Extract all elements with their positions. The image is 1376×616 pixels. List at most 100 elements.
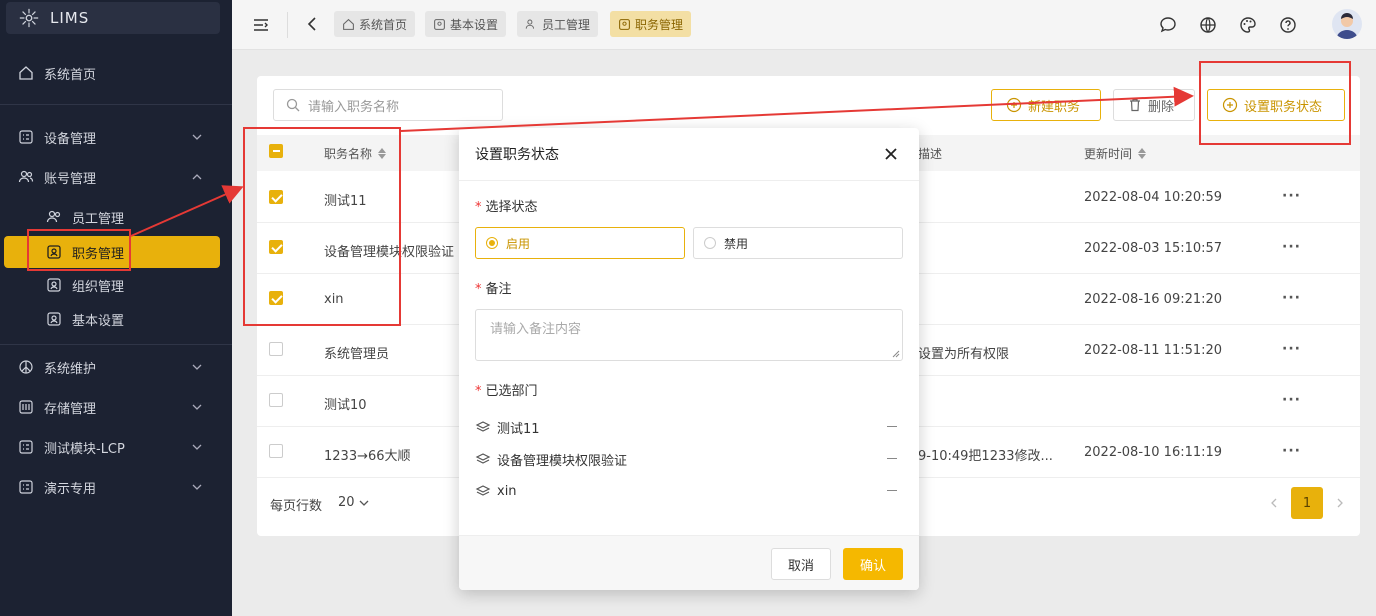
palette-icon[interactable]	[1238, 15, 1258, 35]
sidebar-item-staff[interactable]: 员工管理	[0, 202, 232, 232]
sidebar-item-demo[interactable]: 演示专用	[0, 470, 232, 504]
selected-dept-item: xin	[475, 481, 903, 501]
page-size-select[interactable]: 20	[338, 495, 370, 510]
users-icon	[18, 169, 34, 185]
confirm-button[interactable]: 确认	[843, 548, 903, 580]
app-name: LIMS	[50, 9, 90, 27]
new-position-button[interactable]: 新建职务	[991, 89, 1101, 121]
cell-name: 测试10	[324, 398, 367, 413]
layers-icon	[475, 485, 491, 496]
sidebar-item-account[interactable]: 账号管理	[0, 160, 232, 194]
remove-dept-button[interactable]	[887, 490, 897, 491]
cell-desc: 9-10:49把1233修改...	[918, 449, 1053, 464]
option-label: 禁用	[724, 236, 749, 251]
more-actions-button[interactable]: ···	[1282, 239, 1301, 255]
delete-button[interactable]: 删除	[1113, 89, 1195, 121]
cell-updated: 2022-08-10 16:11:19	[1084, 445, 1223, 460]
sidebar-item-label: 员工管理	[72, 211, 125, 227]
globe-icon[interactable]	[1198, 15, 1218, 35]
list-icon	[18, 439, 34, 455]
row-checkbox[interactable]	[269, 342, 283, 356]
status-option-enabled[interactable]: 启用	[475, 227, 685, 259]
radio-checked	[486, 237, 498, 249]
sidebar-item-org[interactable]: 组织管理	[0, 270, 232, 300]
page-1-button[interactable]: 1	[1291, 487, 1323, 519]
sidebar-item-storage[interactable]: 存储管理	[0, 390, 232, 424]
sidebar-item-label: 测试模块-LCP	[44, 441, 125, 457]
sidebar: LIMS 系统首页 设备管理 账号管理 员工管理 职务管理 组织管理 基本设置 …	[0, 0, 232, 616]
close-icon[interactable]	[883, 146, 899, 162]
sidebar-divider	[0, 344, 232, 345]
sidebar-divider	[0, 104, 232, 105]
sidebar-item-maintenance[interactable]: 系统维护	[0, 350, 232, 384]
label-text: 已选部门	[485, 384, 538, 399]
remark-textarea[interactable]: 请输入备注内容	[475, 309, 903, 361]
back-icon[interactable]	[304, 15, 322, 33]
more-actions-button[interactable]: ···	[1282, 290, 1301, 306]
page-size-label: 每页行数	[270, 499, 323, 514]
home-icon	[18, 65, 34, 81]
row-checkbox[interactable]	[269, 444, 283, 458]
more-actions-button[interactable]: ···	[1282, 443, 1301, 459]
column-header-desc: 描述	[918, 145, 942, 162]
chevron-down-icon	[192, 364, 202, 370]
status-option-disabled[interactable]: 禁用	[693, 227, 903, 259]
id-card-icon	[46, 311, 62, 327]
more-actions-button[interactable]: ···	[1282, 188, 1301, 204]
selected-dept-item: 设备管理模块权限验证	[475, 449, 903, 469]
list-icon	[18, 479, 34, 495]
cancel-button[interactable]: 取消	[771, 548, 831, 580]
plus-circle-icon	[1006, 97, 1022, 113]
tab-position[interactable]: 职务管理	[610, 11, 692, 37]
layers-icon	[475, 421, 491, 432]
column-header-updated[interactable]: 更新时间	[1084, 145, 1147, 162]
sidebar-item-device[interactable]: 设备管理	[0, 120, 232, 154]
chevron-right-icon	[1337, 498, 1343, 508]
prev-page-button[interactable]	[1258, 487, 1290, 519]
dialog-header: 设置职务状态	[459, 128, 919, 181]
next-page-button[interactable]	[1324, 487, 1356, 519]
list-icon	[18, 129, 34, 145]
storage-icon	[18, 399, 34, 415]
home-icon	[343, 18, 354, 30]
cell-name: 系统管理员	[324, 347, 390, 362]
row-checkbox[interactable]	[269, 393, 283, 407]
sidebar-item-label: 组织管理	[72, 279, 125, 295]
tab-basic-settings[interactable]: 基本设置	[425, 11, 507, 37]
remove-dept-button[interactable]	[887, 426, 897, 427]
dept-name: 设备管理模块权限验证	[497, 453, 628, 469]
menu-fold-icon[interactable]	[252, 16, 270, 34]
resize-handle-icon[interactable]	[892, 350, 900, 358]
avatar[interactable]	[1332, 9, 1362, 39]
tab-home[interactable]: 系统首页	[334, 11, 416, 37]
sidebar-item-test-lcp[interactable]: 测试模块-LCP	[0, 430, 232, 464]
peace-icon	[18, 359, 34, 375]
annotation-box-set-status	[1199, 61, 1351, 145]
sidebar-item-label: 设备管理	[44, 131, 97, 147]
help-icon[interactable]	[1278, 15, 1298, 35]
search-input[interactable]: 请输入职务名称	[273, 89, 503, 121]
more-actions-button[interactable]: ···	[1282, 341, 1301, 357]
remove-dept-button[interactable]	[887, 458, 897, 459]
chevron-down-icon	[192, 404, 202, 410]
set-status-dialog: 设置职务状态 * 选择状态 启用 禁用 * 备注 请输入备注内容 * 已选部门 测试1…	[459, 128, 919, 590]
sidebar-item-label: 账号管理	[44, 171, 97, 187]
annotation-box-rows	[243, 127, 401, 326]
sidebar-item-label: 系统首页	[44, 67, 97, 83]
dialog-title: 设置职务状态	[475, 147, 559, 163]
users-icon	[525, 19, 535, 29]
option-label: 启用	[506, 236, 531, 251]
chat-icon[interactable]	[1158, 15, 1178, 35]
cell-updated: 2022-08-03 15:10:57	[1084, 241, 1223, 256]
app-logo[interactable]: LIMS	[6, 2, 220, 34]
sidebar-item-label: 演示专用	[44, 481, 97, 497]
chevron-left-icon	[1271, 498, 1277, 508]
sidebar-item-basic[interactable]: 基本设置	[0, 304, 232, 334]
more-actions-button[interactable]: ···	[1282, 392, 1301, 408]
tab-staff[interactable]: 员工管理	[517, 11, 599, 37]
sidebar-item-home[interactable]: 系统首页	[0, 56, 232, 90]
user-avatar-icon	[1336, 13, 1358, 39]
header-label: 描述	[918, 147, 943, 161]
cell-updated: 2022-08-04 10:20:59	[1084, 190, 1223, 205]
button-label: 删除	[1148, 99, 1175, 115]
